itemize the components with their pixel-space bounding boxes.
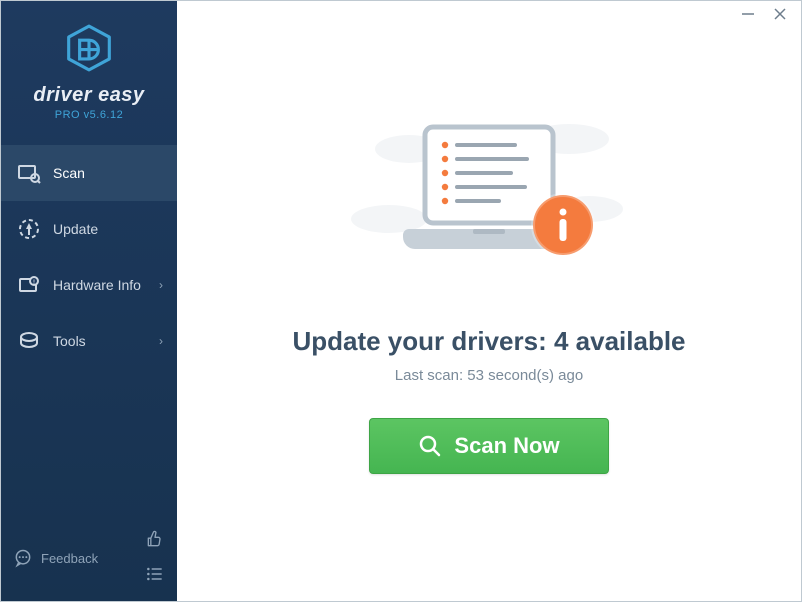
brand-version: PRO v5.6.12 [1, 109, 177, 121]
feedback-label[interactable]: Feedback [41, 551, 98, 566]
main-content: Update your drivers: 4 available Last sc… [177, 1, 801, 601]
menu-list-icon[interactable] [145, 564, 165, 587]
feedback-icon[interactable] [13, 548, 33, 568]
sidebar-item-label: Update [53, 221, 98, 237]
update-icon [17, 217, 41, 241]
laptop-illustration [339, 109, 639, 304]
minimize-button[interactable] [741, 7, 755, 25]
scan-now-button[interactable]: Scan Now [369, 418, 609, 474]
brand-logo-icon [64, 23, 114, 73]
window-controls [727, 1, 801, 31]
chevron-right-icon: › [159, 334, 163, 348]
sidebar-item-label: Tools [53, 333, 86, 349]
sidebar-item-label: Scan [53, 165, 85, 181]
search-icon [418, 434, 442, 458]
sidebar-nav: Scan Update ! Hardware Info › Tools [1, 145, 177, 369]
thumbs-up-icon[interactable] [145, 529, 165, 552]
scan-icon [17, 161, 41, 185]
tools-icon [17, 329, 41, 353]
headline-text: Update your drivers: 4 available [292, 326, 685, 357]
sidebar-item-hardware-info[interactable]: ! Hardware Info › [1, 257, 177, 313]
sidebar-item-label: Hardware Info [53, 277, 141, 293]
scan-button-label: Scan Now [454, 433, 559, 459]
brand-block: driver easy PRO v5.6.12 [1, 1, 177, 135]
hardware-info-icon: ! [17, 273, 41, 297]
chevron-right-icon: › [159, 278, 163, 292]
svg-text:!: ! [33, 280, 35, 286]
last-scan-text: Last scan: 53 second(s) ago [395, 367, 583, 384]
sidebar-footer: Feedback [1, 519, 177, 601]
sidebar-item-scan[interactable]: Scan [1, 145, 177, 201]
app-window: driver easy PRO v5.6.12 Scan Update ! [0, 0, 802, 602]
sidebar: driver easy PRO v5.6.12 Scan Update ! [1, 1, 177, 601]
sidebar-item-update[interactable]: Update [1, 201, 177, 257]
close-button[interactable] [773, 7, 787, 25]
brand-name: driver easy [1, 84, 177, 107]
sidebar-item-tools[interactable]: Tools › [1, 313, 177, 369]
